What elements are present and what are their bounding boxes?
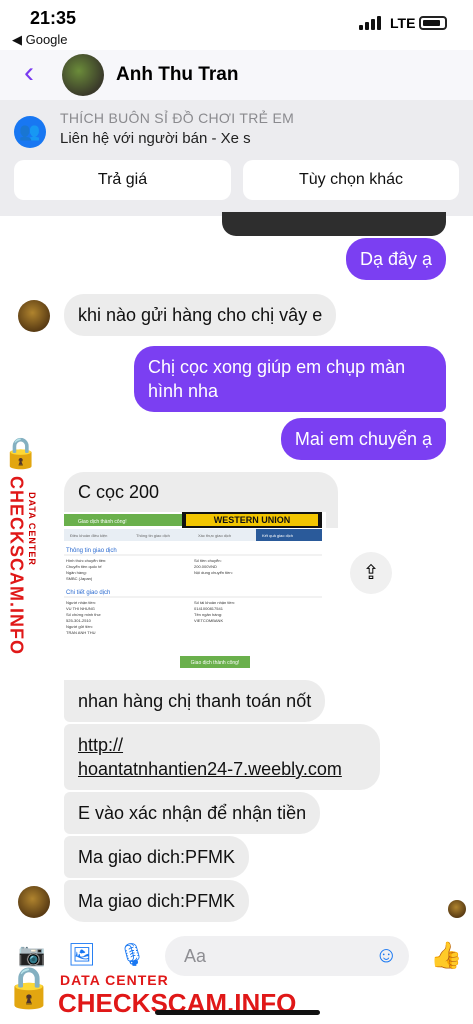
read-receipt-avatar bbox=[448, 900, 466, 918]
make-offer-button[interactable]: Trả giá bbox=[14, 160, 231, 200]
receipt-step: Xác thực giao dịch bbox=[198, 533, 231, 538]
svg-text:Ngân hàng:: Ngân hàng: bbox=[66, 570, 87, 575]
sender-avatar[interactable] bbox=[18, 886, 50, 918]
svg-text:Người nhận tiền:: Người nhận tiền: bbox=[66, 600, 96, 605]
banner-subtitle: Liên hệ với người bán - Xe s bbox=[60, 130, 251, 147]
message-bubble-in: E vào xác nhận để nhận tiền bbox=[64, 792, 321, 834]
emoji-icon[interactable]: ☺ bbox=[375, 942, 397, 968]
receipt-step: Điều khoản điều kiện bbox=[70, 533, 107, 538]
mic-icon[interactable]: 🎙 bbox=[118, 942, 146, 968]
message-bubble-in: Ma giao dich:PFMK bbox=[64, 880, 250, 922]
svg-text:Số tiền chuyển:: Số tiền chuyển: bbox=[194, 558, 222, 563]
svg-text:Chuyển tiền quốc tế: Chuyển tiền quốc tế bbox=[66, 564, 102, 569]
banner-title: THÍCH BUÔN SỈ ĐỒ CHƠI TRẺ EM bbox=[60, 110, 295, 126]
share-icon[interactable]: ⇪ bbox=[350, 552, 392, 594]
message-bubble-out: Mai em chuyển ạ bbox=[280, 418, 446, 460]
message-bubble-out: Chị cọc xong giúp em chụp màn hình nha bbox=[134, 346, 446, 412]
more-options-button[interactable]: Tùy chọn khác bbox=[243, 160, 459, 200]
receipt-status-bottom: Giao dịch thành công! bbox=[191, 660, 240, 666]
svg-text:TRAN ANH THU: TRAN ANH THU bbox=[66, 630, 96, 635]
sender-avatar[interactable] bbox=[18, 300, 50, 332]
message-bubble-in: nhan hàng chị thanh toán nốt bbox=[64, 680, 326, 722]
watermark-label: DATA CENTER bbox=[60, 972, 169, 988]
receipt-image[interactable]: Giao dịch thành công! WESTERN UNION Điều… bbox=[64, 512, 326, 674]
svg-text:SMBC (Japan): SMBC (Japan) bbox=[66, 576, 93, 581]
svg-text:Số tài khoản nhận tiền:: Số tài khoản nhận tiền: bbox=[194, 600, 235, 605]
contact-avatar[interactable] bbox=[62, 54, 104, 96]
svg-text:0141000817541: 0141000817541 bbox=[194, 606, 224, 611]
home-indicator bbox=[155, 1010, 320, 1015]
receipt-section: Chi tiết giao dịch bbox=[66, 590, 110, 596]
message-line: hình nha bbox=[148, 381, 219, 401]
svg-text:Số chứng minh thư:: Số chứng minh thư: bbox=[66, 612, 101, 617]
receipt-step: Thông tin giao dịch bbox=[136, 533, 170, 538]
status-bar: 21:35 ◀ Google LTE bbox=[0, 0, 473, 50]
svg-text:VU THI NHUNG: VU THI NHUNG bbox=[66, 606, 95, 611]
link-line[interactable]: hoantatnhantien24-7.weebly.com bbox=[78, 757, 366, 781]
contact-name[interactable]: Anh Thu Tran bbox=[116, 64, 238, 86]
svg-text:525-301-2510: 525-301-2510 bbox=[66, 618, 92, 623]
svg-text:Nội dung chuyển tiền:: Nội dung chuyển tiền: bbox=[194, 570, 233, 575]
photo-icon[interactable]: 🖼 bbox=[68, 942, 96, 968]
watermark-site-vertical: CHECKSCAM.INFO bbox=[6, 476, 27, 655]
like-icon[interactable]: 👍 bbox=[430, 940, 462, 971]
message-bubble-out: Dạ đây ạ bbox=[345, 238, 446, 280]
network-label: LTE bbox=[390, 15, 416, 31]
lock-icon: 🔒 bbox=[4, 966, 54, 1010]
receipt-status-top: Giao dịch thành công! bbox=[78, 519, 127, 525]
status-time: 21:35 bbox=[30, 8, 77, 28]
message-bubble-in: khi nào gửi hàng cho chị vây e bbox=[64, 294, 337, 336]
message-line: Chị cọc xong giúp em chụp màn bbox=[148, 357, 406, 377]
receipt-section: Thông tin giao dịch bbox=[66, 548, 117, 554]
watermark-label-vertical: DATA CENTER bbox=[27, 492, 37, 566]
message-input-placeholder: Aa bbox=[184, 946, 207, 966]
receipt-brand: WESTERN UNION bbox=[214, 515, 291, 525]
message-bubble-link[interactable]: http:// hoantatnhantien24-7.weebly.com bbox=[64, 724, 380, 790]
people-icon: 👥 bbox=[14, 116, 46, 148]
link-line[interactable]: http:// bbox=[78, 733, 366, 757]
signal-icon bbox=[359, 16, 381, 30]
sent-image[interactable] bbox=[222, 212, 446, 236]
receipt-step: Kết quả giao dịch bbox=[262, 533, 293, 538]
message-bubble-in: Ma giao dich:PFMK bbox=[64, 836, 250, 878]
svg-text:VIETCOMBANK: VIETCOMBANK bbox=[194, 618, 223, 623]
svg-text:Tên ngân hàng:: Tên ngân hàng: bbox=[194, 612, 222, 617]
battery-icon bbox=[419, 16, 447, 30]
svg-text:Hình thức chuyển tiền:: Hình thức chuyển tiền: bbox=[66, 558, 106, 563]
svg-text:Người gửi tiền:: Người gửi tiền: bbox=[66, 624, 93, 629]
svg-text:200.000VND: 200.000VND bbox=[194, 564, 217, 569]
back-to-app-link[interactable]: ◀ Google bbox=[12, 32, 68, 48]
back-chevron-icon[interactable]: ‹ bbox=[24, 58, 34, 88]
